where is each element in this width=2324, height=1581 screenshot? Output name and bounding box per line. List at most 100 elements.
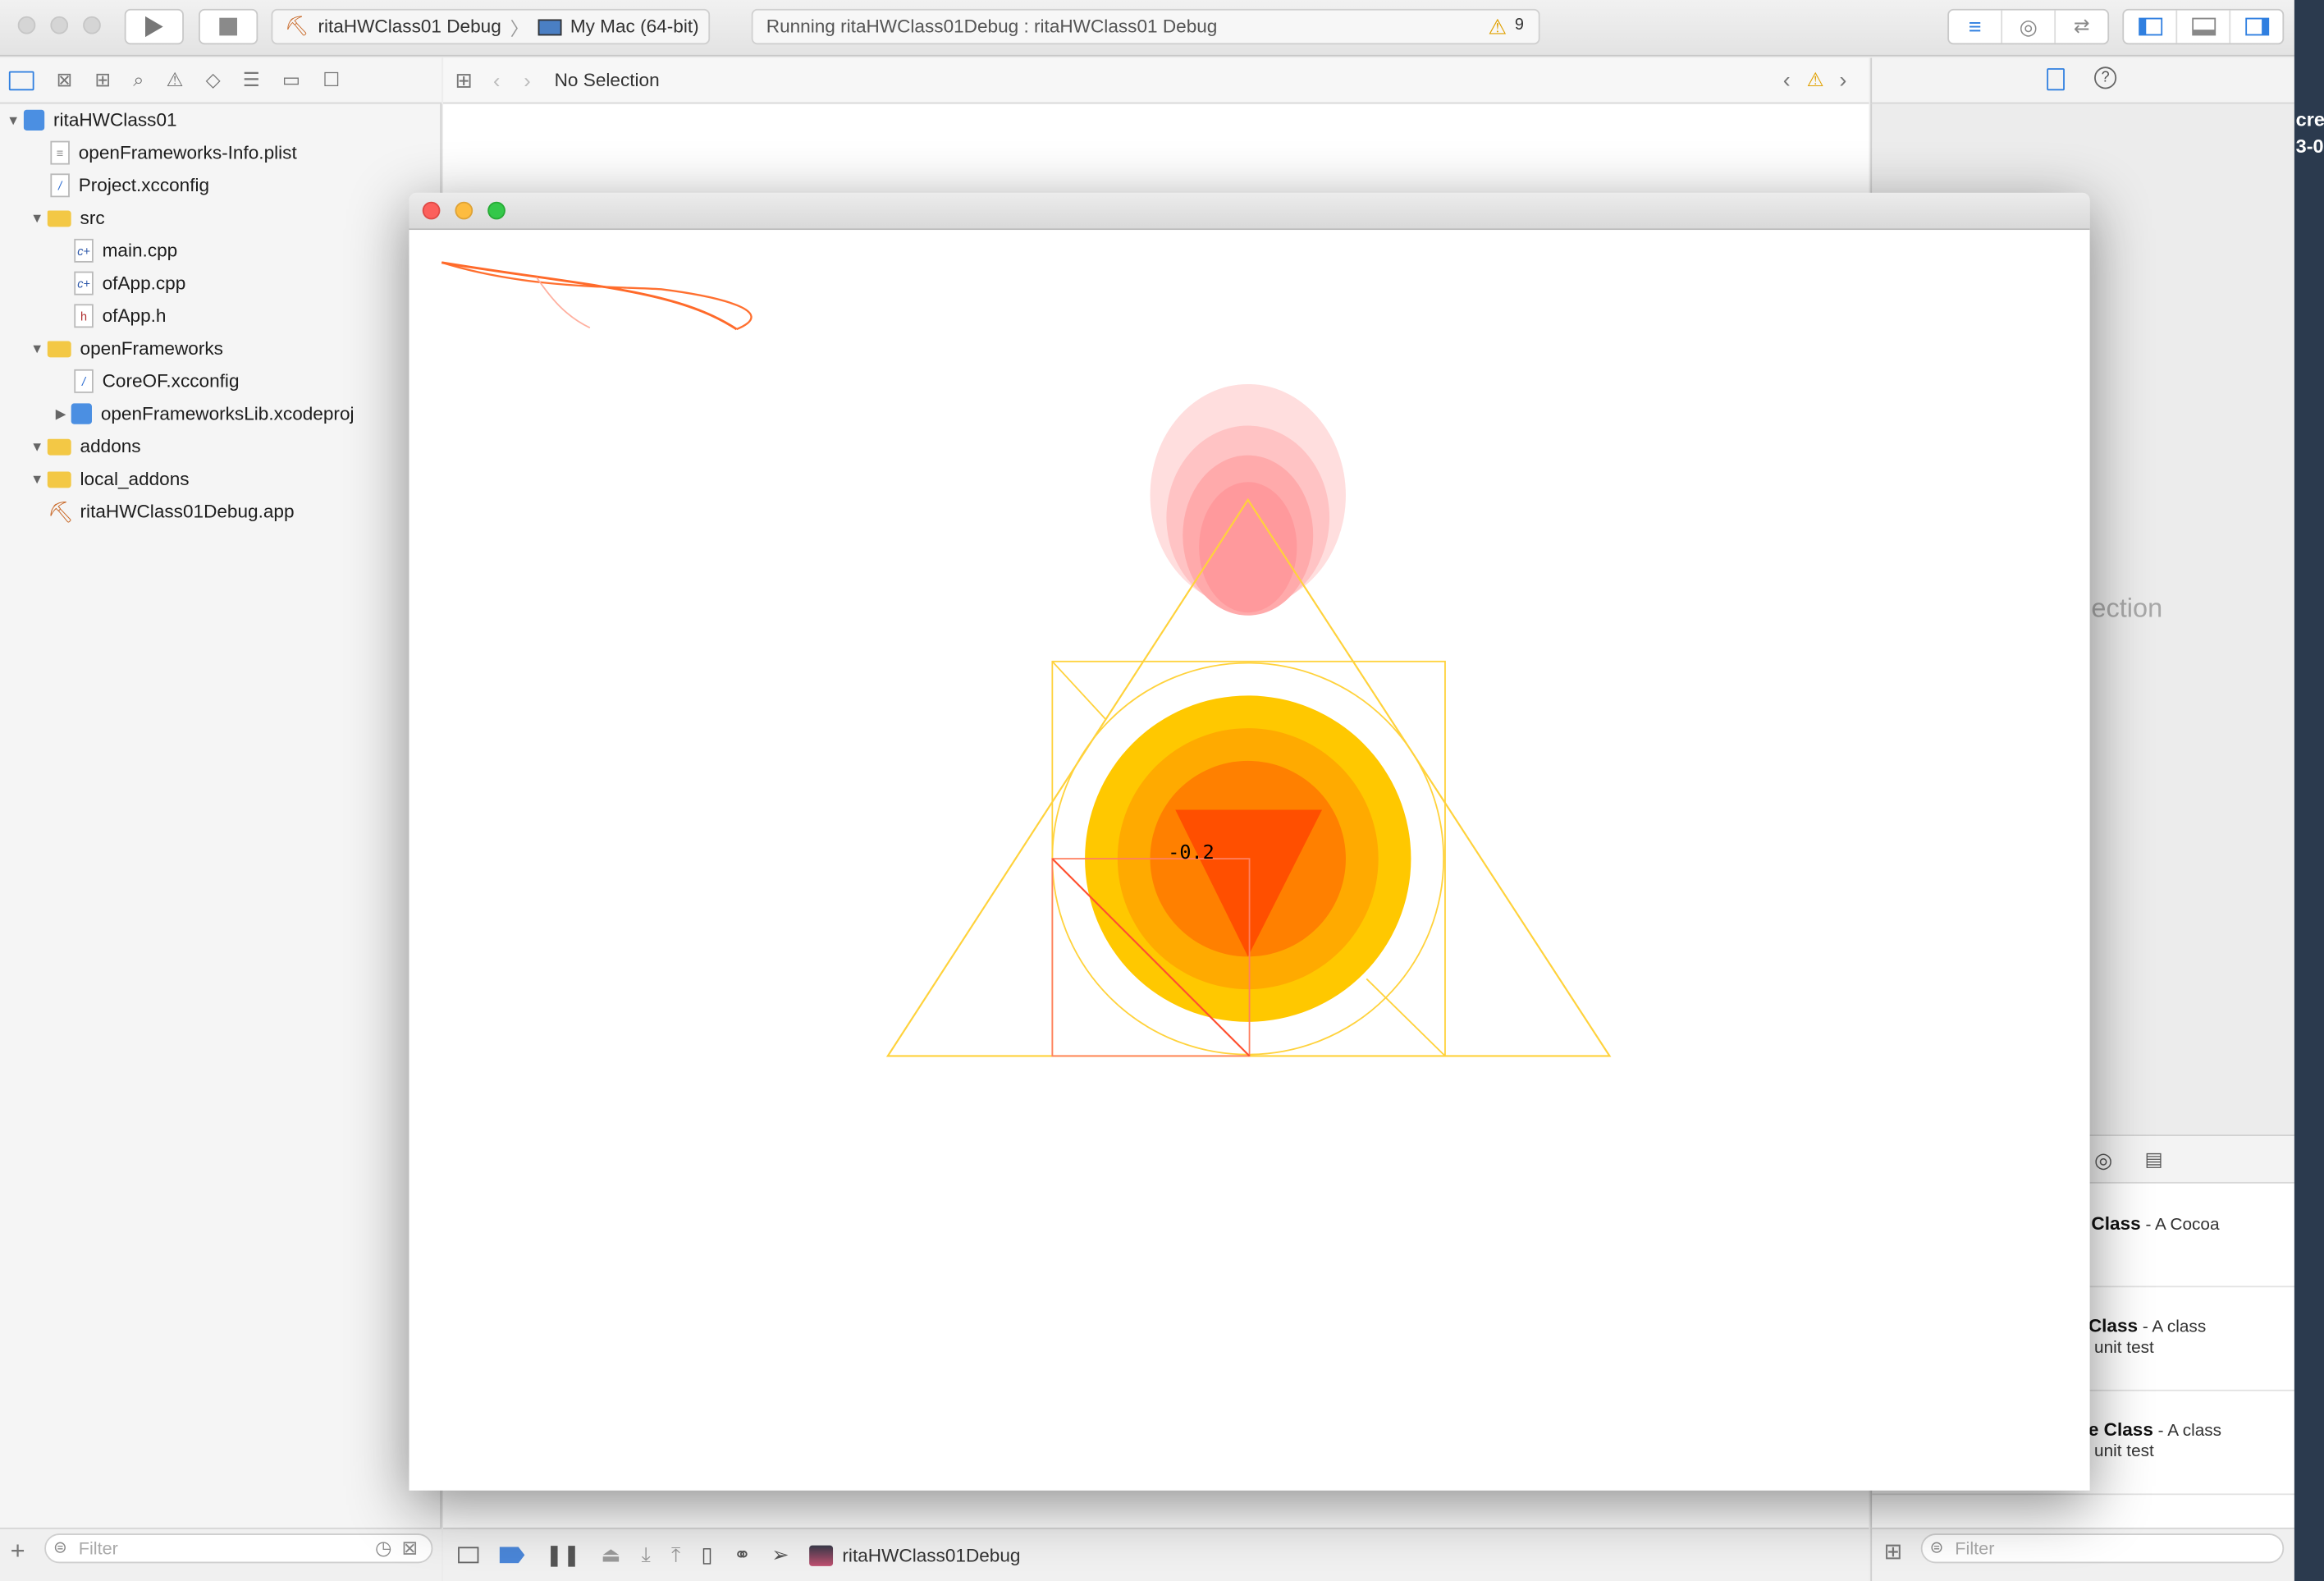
desktop-text-fragment: 3-0 xyxy=(2295,135,2324,158)
tree-row-file[interactable]: / CoreOF.xcconfig xyxy=(74,364,240,397)
report-icon[interactable]: ☐ xyxy=(323,68,340,92)
recent-clock-icon[interactable]: ◷ xyxy=(375,1537,391,1560)
tree-row-file[interactable]: c+ main.cpp xyxy=(74,234,177,267)
drawn-stroke xyxy=(441,261,753,331)
outline-line xyxy=(1051,661,1107,720)
disclosure-expanded-icon[interactable]: ▼ xyxy=(3,112,24,127)
play-icon xyxy=(144,16,163,38)
warning-icon[interactable]: ⚠ xyxy=(1488,15,1507,40)
tree-row-file[interactable]: ⛏ ritaHWClass01Debug.app xyxy=(47,495,295,528)
filter-icon: ⊜ xyxy=(53,1539,67,1558)
tree-row-label: ofApp.h xyxy=(102,305,167,327)
app-zoom-button[interactable] xyxy=(487,201,506,220)
window-minimize-button[interactable] xyxy=(50,16,69,34)
back-chevron-icon[interactable]: ‹ xyxy=(493,68,500,92)
scheme-selector[interactable]: ⛏ ritaHWClass01 Debug 〉 My Mac (64-bit) xyxy=(271,8,711,45)
disclosure-collapsed-icon[interactable]: ▶ xyxy=(50,406,71,422)
file-inspector-icon[interactable] xyxy=(2047,68,2065,91)
view-debugger-icon[interactable]: ▯ xyxy=(701,1542,712,1568)
window-zoom-button[interactable] xyxy=(83,16,101,34)
library-filter-input[interactable]: ⊜ Filter xyxy=(1920,1533,2285,1564)
tree-row-file[interactable]: ≡ openFrameworks-Info.plist xyxy=(50,136,297,169)
bottom-panel-icon xyxy=(2191,17,2216,36)
filter-placeholder: Filter xyxy=(1955,1537,1995,1559)
search-icon[interactable]: ⌕ xyxy=(133,68,144,92)
disclosure-expanded-icon[interactable]: ▼ xyxy=(27,211,48,226)
project-icon xyxy=(71,403,92,424)
tree-row-label: openFrameworks xyxy=(80,337,223,360)
breakpoints-toggle-icon[interactable] xyxy=(499,1547,525,1564)
tree-row-group[interactable]: ▼ local_addons xyxy=(27,463,190,496)
mac-icon xyxy=(538,18,561,35)
status-text: Running ritaHWClass01Debug : ritaHWClass… xyxy=(766,16,1218,38)
issue-warning-icon[interactable]: ⚠ xyxy=(1807,68,1824,92)
tree-row-label: ritaHWClass01Debug.app xyxy=(80,501,295,522)
tree-row-group[interactable]: ▼ addons xyxy=(27,430,141,463)
value-label: -0.2 xyxy=(1168,841,1215,864)
library-item-desc: - A Cocoa xyxy=(2145,1216,2220,1235)
hierarchy-icon[interactable]: ⊞ xyxy=(94,68,111,92)
source-control-icon[interactable]: ⊠ xyxy=(57,68,73,92)
prev-issue-chevron-icon[interactable]: ‹ xyxy=(1783,67,1791,93)
step-into-icon[interactable]: ⤓ xyxy=(642,1542,651,1568)
tree-row-file[interactable]: c+ ofApp.cpp xyxy=(74,267,185,300)
version-editor-button[interactable]: ⇄ xyxy=(2056,11,2107,44)
filter-icon: ⊜ xyxy=(1929,1539,1944,1558)
disclosure-expanded-icon[interactable]: ▼ xyxy=(27,472,48,487)
app-close-button[interactable] xyxy=(422,201,441,220)
project-navigator: ▼ ritaHWClass01 ≡ openFrameworks-Info.pl… xyxy=(0,103,442,1528)
app-minimize-button[interactable] xyxy=(455,201,473,220)
media-library-icon[interactable]: ▤ xyxy=(2144,1148,2162,1171)
tree-row-group[interactable]: ▼ src xyxy=(27,202,105,235)
run-button[interactable] xyxy=(124,8,184,45)
folder-icon xyxy=(47,438,71,455)
issue-icon[interactable]: ⚠ xyxy=(166,68,183,92)
cpp-file-icon: c+ xyxy=(74,238,94,263)
test-icon[interactable]: ◇ xyxy=(206,68,221,92)
step-out-icon[interactable]: ⤒ xyxy=(671,1542,680,1568)
toggle-inspector-button[interactable] xyxy=(2230,11,2282,44)
desktop-background: cre 3-0 xyxy=(2294,0,2324,1581)
warning-count: 9 xyxy=(1514,16,1524,34)
app-window-titlebar[interactable] xyxy=(409,192,2090,231)
memory-graph-icon[interactable]: ⚭ xyxy=(734,1542,751,1568)
related-items-icon[interactable]: ⊞ xyxy=(455,67,472,93)
left-panel-icon xyxy=(2138,17,2162,36)
tree-row-label: main.cpp xyxy=(102,240,178,261)
rings-icon: ◎ xyxy=(2019,14,2038,39)
tree-row-group[interactable]: ▼ openFrameworks xyxy=(27,332,223,365)
grid-view-icon[interactable]: ⊞ xyxy=(1884,1538,1903,1565)
tree-row-file[interactable]: h ofApp.h xyxy=(74,300,166,332)
destination-label: My Mac (64-bit) xyxy=(570,16,699,38)
library-item-title: e Class xyxy=(2088,1419,2153,1441)
folder-icon xyxy=(47,470,71,488)
add-icon[interactable]: + xyxy=(11,1537,25,1566)
object-library-icon[interactable]: ◎ xyxy=(2094,1148,2112,1173)
tree-row-project[interactable]: ▶ openFrameworksLib.xcodeproj xyxy=(50,397,355,430)
app-icon: ⛏ xyxy=(47,498,75,523)
standard-editor-button[interactable]: ≡ xyxy=(1949,10,2003,44)
location-icon[interactable]: ➢ xyxy=(771,1542,789,1568)
window-close-button[interactable] xyxy=(17,16,36,34)
toggle-debug-area-button[interactable] xyxy=(2177,10,2231,44)
scm-filter-icon[interactable]: ⊠ xyxy=(401,1537,418,1560)
hide-debug-area-icon[interactable] xyxy=(458,1547,479,1564)
help-icon[interactable]: ? xyxy=(2094,66,2117,89)
navigator-filter-input[interactable]: ⊜ Filter ◷ ⊠ xyxy=(44,1533,433,1564)
toggle-navigator-button[interactable] xyxy=(2124,10,2178,44)
step-over-icon[interactable]: ⏏ xyxy=(601,1542,620,1568)
disclosure-expanded-icon[interactable]: ▼ xyxy=(27,341,48,356)
next-issue-chevron-icon[interactable]: › xyxy=(1839,67,1846,93)
assistant-editor-button[interactable]: ◎ xyxy=(2002,10,2056,44)
disclosure-expanded-icon[interactable]: ▼ xyxy=(27,439,48,454)
tree-row-project[interactable]: ▼ ritaHWClass01 xyxy=(3,103,177,136)
debug-icon[interactable]: ☰ xyxy=(243,68,260,92)
pause-icon[interactable]: ❚❚ xyxy=(546,1542,580,1568)
plist-file-icon: ≡ xyxy=(50,140,70,165)
folder-icon[interactable] xyxy=(8,70,34,90)
breakpoint-icon[interactable]: ▭ xyxy=(282,68,300,92)
stop-button[interactable] xyxy=(199,8,258,45)
forward-chevron-icon[interactable]: › xyxy=(524,68,530,92)
tree-row-file[interactable]: / Project.xcconfig xyxy=(50,169,209,202)
navigator-selector-bar: ⊠ ⊞ ⌕ ⚠ ◇ ☰ ▭ ☐ xyxy=(0,57,442,104)
